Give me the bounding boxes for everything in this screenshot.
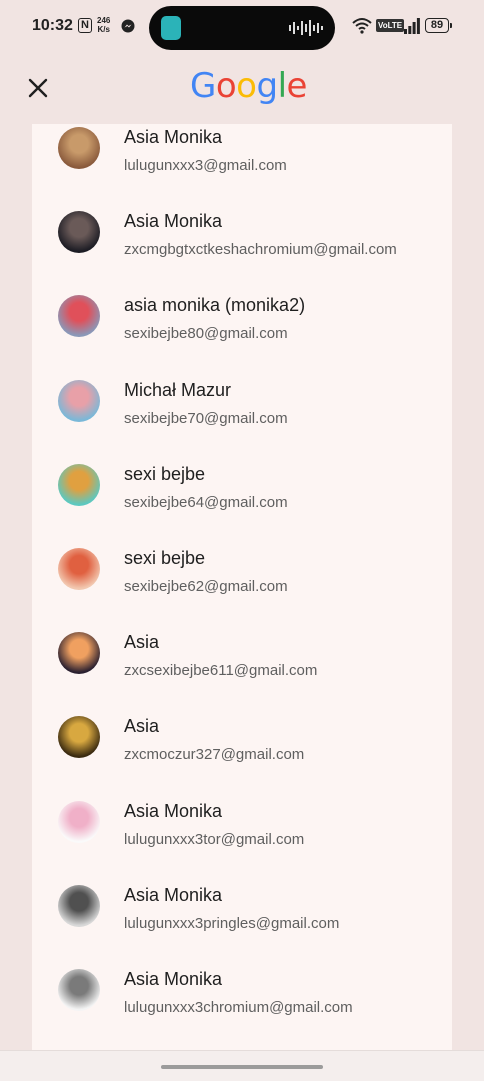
account-email: zxcmoczur327@gmail.com [124, 746, 305, 764]
avatar [58, 127, 100, 169]
account-email: sexibejbe64@gmail.com [124, 493, 288, 511]
account-item[interactable]: Asia Monika lulugunxxx3pringles@gmail.com [32, 859, 452, 943]
avatar [58, 295, 100, 338]
network-speed-unit: K/s [97, 25, 110, 34]
account-name: Asia Monika [124, 800, 223, 821]
wifi-icon [352, 18, 372, 34]
account-list: Asia Monika lulugunxxx3@gmail.com Asia Mon… [32, 124, 452, 1027]
navigation-bar [0, 1050, 484, 1081]
account-item[interactable]: Michał Mazur sexibejbe70@gmail.com [32, 354, 452, 438]
account-name: sexi bejbe [124, 547, 206, 568]
account-name: sexi bejbe [124, 463, 206, 484]
header: Google [0, 56, 484, 124]
account-item[interactable]: sexi bejbe sexibejbe64@gmail.com [32, 438, 452, 522]
status-time: 10:32 [32, 17, 73, 34]
avatar [58, 716, 100, 759]
logo-letter: e [286, 66, 308, 106]
avatar [58, 632, 100, 675]
signal-icon [404, 18, 420, 34]
logo-letter: o [236, 66, 257, 106]
close-button[interactable] [18, 68, 58, 108]
status-bar: 10:32 N 246 K/s VoLTE 89 [0, 0, 484, 56]
avatar [58, 968, 100, 1011]
account-item[interactable]: sexi bejbe sexibejbe62@gmail.com [32, 522, 452, 606]
logo-letter: g [256, 66, 278, 106]
account-email: lulugunxxx3chromium@gmail.com [124, 998, 353, 1016]
close-icon [28, 78, 48, 98]
account-item[interactable]: Asia Monika lulugunxxx3tor@gmail.com [32, 775, 452, 859]
account-item[interactable]: Asia Monika zxcmgbgtxctkeshachromium@gmai… [32, 185, 452, 269]
account-email: lulugunxxx3pringles@gmail.com [124, 914, 340, 932]
network-speed-value: 246 [97, 16, 111, 25]
account-name: Asia Monika [124, 968, 223, 989]
account-name: Asia [124, 716, 160, 737]
audio-wave-icon [289, 20, 323, 36]
app-icon [161, 16, 181, 40]
avatar [58, 463, 100, 506]
account-name: Asia Monika [124, 884, 223, 905]
home-indicator[interactable] [161, 1065, 323, 1069]
account-email: zxcsexibejbe611@gmail.com [124, 662, 318, 680]
account-name: asia monika (monika2) [124, 295, 306, 316]
account-item[interactable]: Asia zxcsexibejbe611@gmail.com [32, 606, 452, 690]
network-speed: 246 K/s [97, 16, 110, 34]
account-email: sexibejbe62@gmail.com [124, 577, 288, 595]
account-item[interactable]: asia monika (monika2) sexibejbe80@gmail.c… [32, 269, 452, 353]
avatar [58, 379, 100, 422]
account-email: lulugunxxx3tor@gmail.com [124, 830, 305, 848]
account-item[interactable]: Asia Monika lulugunxxx3chromium@gmail.com [32, 943, 452, 1027]
account-email: sexibejbe80@gmail.com [124, 325, 288, 343]
battery-icon: 89 [425, 18, 449, 33]
account-name: Asia [124, 632, 160, 653]
google-logo: Google [190, 66, 307, 106]
logo-letter: G [190, 66, 216, 106]
battery-tip [450, 23, 452, 28]
account-name: Asia Monika [124, 211, 223, 232]
account-name: Asia Monika [124, 127, 223, 147]
account-chooser-card: Asia Monika lulugunxxx3@gmail.com Asia Mon… [32, 124, 452, 1054]
avatar [58, 211, 100, 254]
nfc-icon: N [78, 18, 92, 33]
dynamic-island[interactable] [149, 6, 335, 50]
account-name: Michał Mazur [124, 379, 232, 400]
avatar [58, 800, 100, 843]
logo-letter: l [277, 66, 287, 106]
account-email: lulugunxxx3@gmail.com [124, 157, 287, 174]
battery-level: 89 [430, 19, 444, 31]
volte-icon: VoLTE [376, 19, 405, 32]
logo-letter: o [215, 66, 237, 106]
account-item[interactable]: Asia zxcmoczur327@gmail.com [32, 690, 452, 774]
avatar [58, 547, 100, 590]
account-item[interactable]: Asia Monika lulugunxxx3@gmail.com [32, 124, 452, 185]
avatar [58, 884, 100, 927]
account-email: sexibejbe70@gmail.com [124, 409, 288, 427]
account-email: zxcmgbgtxctkeshachromium@gmail.com [124, 241, 397, 259]
messenger-icon [121, 19, 135, 33]
